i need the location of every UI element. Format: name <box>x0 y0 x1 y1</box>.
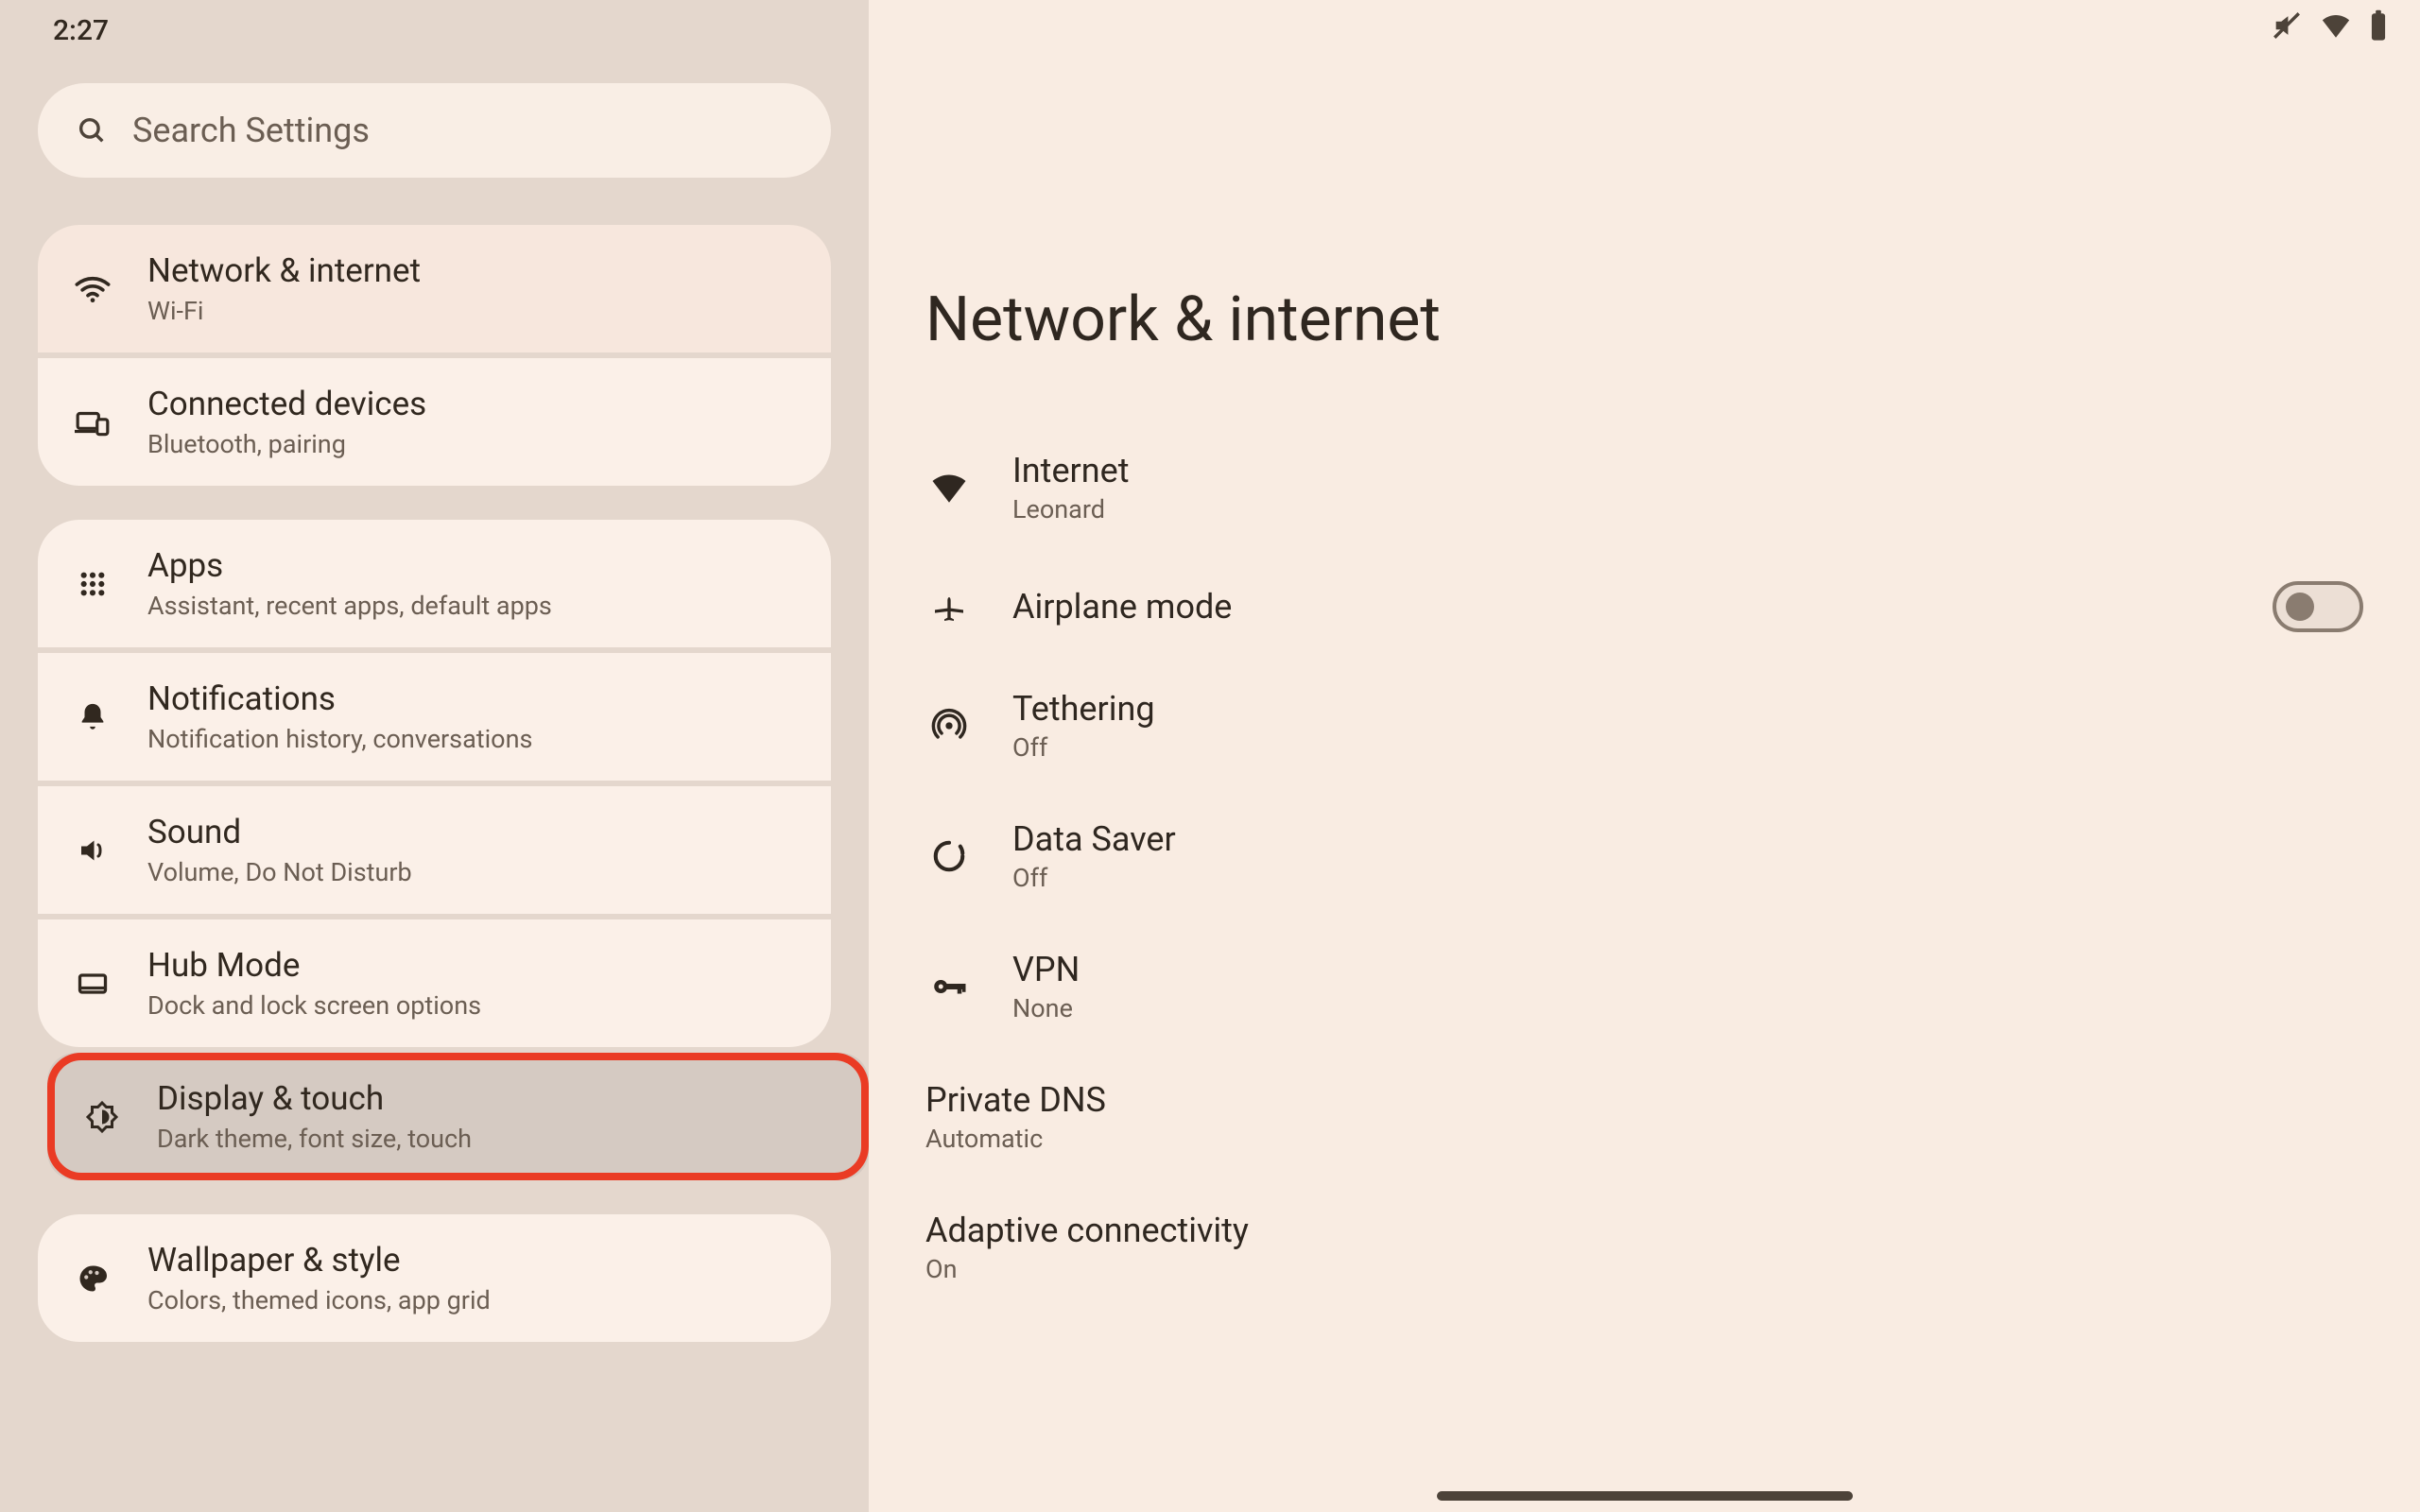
row-subtitle: None <box>1012 993 2363 1023</box>
battery-icon <box>2369 9 2388 42</box>
search-placeholder: Search Settings <box>132 111 370 150</box>
sidebar-item-subtitle: Notification history, conversations <box>147 724 532 754</box>
sidebar-item-title: Apps <box>147 546 552 585</box>
status-time: 2:27 <box>53 14 109 47</box>
row-vpn[interactable]: VPN None <box>925 921 2363 1052</box>
wifi-status-icon <box>2320 9 2352 42</box>
apps-icon <box>70 561 115 607</box>
row-subtitle: Off <box>1012 732 2363 763</box>
row-internet[interactable]: Internet Leonard <box>925 422 2363 553</box>
row-title: Data Saver <box>1012 819 2363 859</box>
sidebar-item-subtitle: Wi-Fi <box>147 296 421 326</box>
sidebar-item-subtitle: Volume, Do Not Disturb <box>147 857 412 887</box>
row-subtitle: On <box>925 1254 2363 1284</box>
sidebar-item-hub-mode[interactable]: Hub Mode Dock and lock screen options <box>38 919 831 1047</box>
row-title: Private DNS <box>925 1080 2363 1120</box>
sidebar-group-device: Apps Assistant, recent apps, default app… <box>38 520 831 1342</box>
sidebar-item-apps[interactable]: Apps Assistant, recent apps, default app… <box>38 520 831 647</box>
row-subtitle: Automatic <box>925 1124 2363 1154</box>
volume-muted-icon <box>2271 9 2303 42</box>
sidebar-item-subtitle: Bluetooth, pairing <box>147 429 426 459</box>
row-subtitle: Off <box>1012 863 2363 893</box>
sidebar-item-title: Network & internet <box>147 251 421 290</box>
sidebar-item-connected-devices[interactable]: Connected devices Bluetooth, pairing <box>38 358 831 486</box>
row-subtitle: Leonard <box>1012 494 2363 524</box>
settings-category-list: Network & internet Wi-Fi Connected devic… <box>38 225 831 1342</box>
hotspot-icon <box>925 702 973 749</box>
sidebar-item-display-touch[interactable]: Display & touch Dark theme, font size, t… <box>47 1053 869 1180</box>
row-title: Tethering <box>1012 689 2363 729</box>
sidebar-item-sound[interactable]: Sound Volume, Do Not Disturb <box>38 786 831 914</box>
sidebar-item-subtitle: Dock and lock screen options <box>147 990 481 1021</box>
gesture-nav-bar[interactable] <box>1437 1491 1853 1501</box>
data-saver-icon <box>925 833 973 880</box>
sidebar-item-title: Wallpaper & style <box>147 1241 491 1280</box>
airplane-icon <box>925 583 973 630</box>
sidebar-item-title: Connected devices <box>147 385 426 423</box>
brightness-icon <box>79 1094 125 1140</box>
sidebar-item-title: Hub Mode <box>147 946 481 985</box>
row-tethering[interactable]: Tethering Off <box>925 661 2363 791</box>
settings-sidebar: 2:27 Search Settings Network & internet … <box>0 0 869 1512</box>
sidebar-item-notifications[interactable]: Notifications Notification history, conv… <box>38 653 831 781</box>
row-title: Airplane mode <box>1012 587 2233 627</box>
sidebar-item-title: Notifications <box>147 679 532 718</box>
detail-content: Network & internet Internet Leonard Airp… <box>869 0 2420 1313</box>
wifi-icon <box>70 266 115 312</box>
page-title: Network & internet <box>925 284 2363 356</box>
wifi-filled-icon <box>925 464 973 511</box>
sidebar-item-title: Display & touch <box>157 1079 472 1118</box>
sidebar-item-title: Sound <box>147 813 412 851</box>
status-bar-right <box>2271 9 2388 42</box>
bell-icon <box>70 695 115 740</box>
sidebar-group-connectivity: Network & internet Wi-Fi Connected devic… <box>38 225 831 486</box>
row-private-dns[interactable]: Private DNS Automatic <box>925 1052 2363 1182</box>
dock-icon <box>70 961 115 1006</box>
status-bar-left: 2:27 <box>38 0 831 60</box>
sidebar-item-subtitle: Assistant, recent apps, default apps <box>147 591 552 621</box>
search-settings[interactable]: Search Settings <box>38 83 831 178</box>
row-adaptive-connectivity[interactable]: Adaptive connectivity On <box>925 1182 2363 1313</box>
sidebar-item-network-internet[interactable]: Network & internet Wi-Fi <box>38 225 831 352</box>
airplane-mode-toggle[interactable] <box>2273 581 2363 632</box>
row-airplane-mode[interactable]: Airplane mode <box>925 553 2363 661</box>
vpn-key-icon <box>925 963 973 1010</box>
search-icon <box>76 114 108 146</box>
devices-icon <box>70 400 115 445</box>
palette-icon <box>70 1256 115 1301</box>
row-title: VPN <box>1012 950 2363 989</box>
row-title: Internet <box>1012 451 2363 490</box>
sidebar-item-subtitle: Colors, themed icons, app grid <box>147 1285 491 1315</box>
row-title: Adaptive connectivity <box>925 1211 2363 1250</box>
row-data-saver[interactable]: Data Saver Off <box>925 791 2363 921</box>
sidebar-item-wallpaper-style[interactable]: Wallpaper & style Colors, themed icons, … <box>38 1214 831 1342</box>
volume-icon <box>70 828 115 873</box>
sidebar-item-subtitle: Dark theme, font size, touch <box>157 1124 472 1154</box>
detail-pane: Network & internet Internet Leonard Airp… <box>869 0 2420 1512</box>
